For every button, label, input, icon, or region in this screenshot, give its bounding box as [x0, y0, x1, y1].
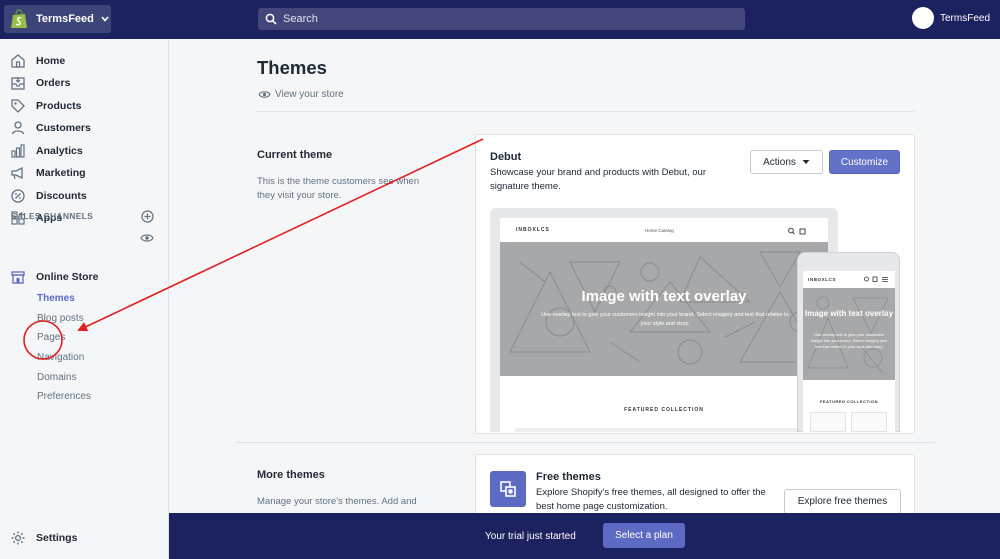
sidebar-item-label: Orders: [36, 77, 71, 89]
avatar: [911, 7, 934, 29]
sidebar-item-orders[interactable]: Orders: [10, 73, 70, 93]
sidebar-item-label: Customers: [36, 122, 91, 134]
search-bar[interactable]: [258, 8, 745, 30]
home-icon: [11, 54, 25, 68]
preview-hero-title: Image with text overlay: [581, 288, 747, 305]
preview-nav-links: Home Catalog: [645, 228, 674, 233]
mobile-preview-icons: [864, 276, 888, 282]
sales-channels-heading: SALES CHANNELS: [11, 211, 94, 221]
shopify-bag-icon: [11, 9, 27, 28]
eye-icon: [258, 91, 271, 98]
search-icon: [265, 13, 277, 25]
chevron-down-icon: [101, 16, 109, 22]
more-themes-description: Manage your store's themes. Add and: [257, 496, 417, 507]
mobile-preview-featured: FEATURED COLLECTION: [819, 399, 879, 404]
sidebar-subitem-themes[interactable]: Themes: [37, 293, 75, 304]
preview-product-tiles: [515, 428, 815, 432]
sidebar-item-label: Settings: [36, 532, 78, 544]
sidebar-subitem-domains[interactable]: Domains: [37, 372, 76, 383]
sidebar-item-products[interactable]: Products: [10, 96, 82, 116]
orders-icon: [11, 77, 25, 90]
person-icon: [11, 121, 25, 135]
sidebar-item-label: Home: [36, 55, 66, 67]
sidebar: [0, 39, 169, 559]
mobile-preview-logo: INBOXLCS: [808, 277, 837, 282]
trial-text: Your trial just started: [485, 531, 576, 542]
view-store-link[interactable]: View your store: [258, 89, 344, 100]
store-name: TermsFeed: [36, 13, 94, 25]
sidebar-subitem-navigation[interactable]: Navigation: [37, 352, 84, 363]
sidebar-item-label: Analytics: [36, 145, 83, 157]
sidebar-item-home[interactable]: Home: [10, 51, 65, 71]
theme-name: Debut: [490, 151, 522, 163]
current-theme-description: This is the theme customers see when the…: [257, 176, 420, 201]
preview-hero-subtitle: Use overlay text to give your customers …: [541, 312, 789, 327]
preview-featured-collection: FEATURED COLLECTION: [624, 407, 704, 413]
free-themes-description: Explore Shopify's free themes, all desig…: [536, 487, 766, 512]
eye-icon[interactable]: [140, 233, 154, 243]
bar-chart-icon: [11, 144, 25, 158]
sidebar-item-label: Marketing: [36, 167, 86, 179]
sidebar-item-marketing[interactable]: Marketing: [10, 163, 86, 183]
sidebar-subitem-preferences[interactable]: Preferences: [37, 391, 91, 402]
sidebar-subitem-pages[interactable]: Pages: [37, 332, 65, 343]
tag-icon: [11, 99, 25, 113]
preview-cart-icon: [788, 227, 806, 235]
sidebar-item-label: Online Store: [36, 271, 99, 283]
customize-button[interactable]: Customize: [829, 150, 900, 174]
sidebar-item-discounts[interactable]: Discounts: [10, 186, 87, 206]
caret-down-icon: [802, 160, 810, 164]
sidebar-item-label: Discounts: [36, 190, 87, 202]
sidebar-item-settings[interactable]: Settings: [10, 528, 77, 548]
store-icon: [11, 271, 25, 284]
store-switcher[interactable]: TermsFeed: [4, 5, 111, 33]
add-channel-icon[interactable]: [141, 210, 154, 223]
megaphone-icon: [11, 166, 23, 180]
sidebar-item-customers[interactable]: Customers: [10, 118, 91, 138]
select-plan-button[interactable]: Select a plan: [603, 523, 685, 548]
explore-free-themes-button[interactable]: Explore free themes: [784, 489, 901, 514]
mobile-preview-tile: [851, 412, 887, 432]
free-themes-icon: [490, 471, 526, 507]
sidebar-item-online-store[interactable]: Online Store: [10, 267, 98, 287]
gear-icon: [11, 531, 25, 545]
sidebar-subitem-blog-posts[interactable]: Blog posts: [37, 313, 84, 324]
hero-pattern: [509, 251, 821, 365]
theme-layout-icon: [500, 481, 516, 497]
mobile-preview-tile: [810, 412, 846, 432]
theme-description: Showcase your brand and products with De…: [490, 167, 706, 192]
view-store-label: View your store: [275, 89, 344, 100]
mobile-preview-hero-title: Image with text overlay: [804, 309, 894, 318]
actions-label: Actions: [763, 156, 796, 168]
sidebar-item-analytics[interactable]: Analytics: [10, 141, 83, 161]
preview-logo: INBOXLCS: [516, 227, 550, 233]
preview-hero-image: [500, 242, 828, 376]
page-title: Themes: [257, 57, 327, 78]
user-name: TermsFeed: [939, 12, 990, 24]
section-divider: [235, 442, 935, 443]
header-divider: [257, 111, 914, 112]
current-theme-heading: Current theme: [257, 149, 333, 161]
free-themes-title: Free themes: [536, 471, 601, 483]
trial-bar: [169, 513, 1000, 559]
mobile-preview-hero-subtitle: Use overlay text to give your customers …: [811, 332, 887, 349]
actions-button[interactable]: Actions: [750, 150, 823, 174]
discount-icon: [11, 189, 25, 203]
search-input[interactable]: [283, 13, 703, 25]
more-themes-heading: More themes: [257, 469, 325, 481]
sidebar-item-label: Products: [36, 100, 82, 112]
user-menu[interactable]: TermsFeed: [911, 7, 990, 29]
